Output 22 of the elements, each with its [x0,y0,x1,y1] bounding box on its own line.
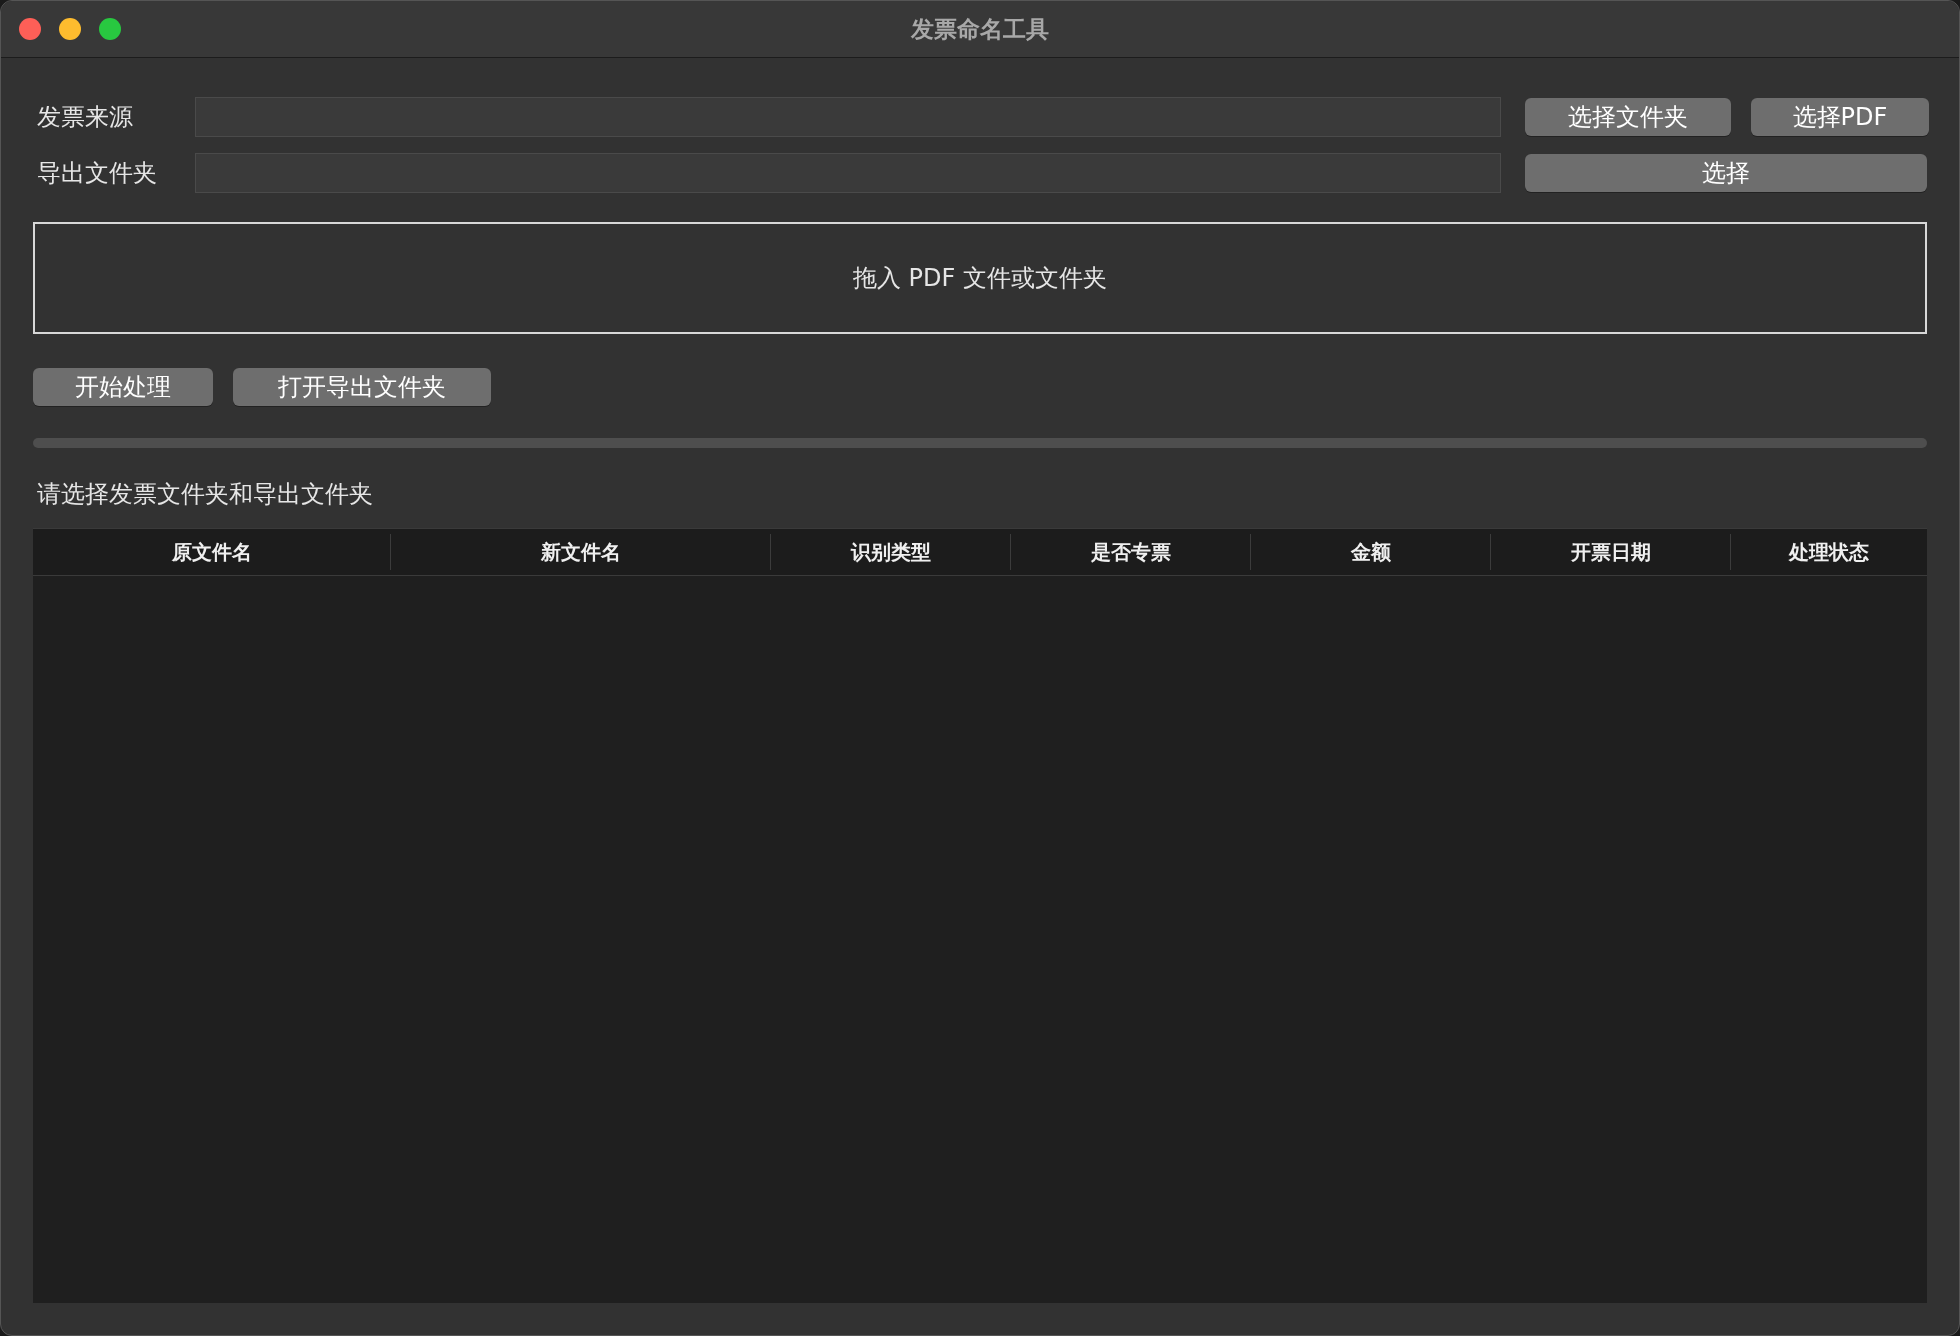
close-icon[interactable] [19,18,41,40]
column-header[interactable]: 开票日期 [1491,534,1731,570]
status-text: 请选择发票文件夹和导出文件夹 [36,479,373,510]
column-header[interactable]: 金额 [1251,534,1491,570]
drop-zone[interactable]: 拖入 PDF 文件或文件夹 [33,222,1927,334]
column-header[interactable]: 原文件名 [33,534,391,570]
choose-button[interactable]: 选择文件夹 [1525,98,1731,136]
column-header[interactable]: 识别类型 [771,534,1011,570]
maximize-icon[interactable] [99,18,121,40]
choose-button[interactable]: 选择 [1525,154,1927,192]
window-title: 发票命名工具 [911,14,1049,44]
path-field[interactable] [195,153,1501,193]
action-button[interactable]: 开始处理 [33,368,213,406]
path-field[interactable] [195,97,1501,137]
minimize-icon[interactable] [59,18,81,40]
column-header[interactable]: 新文件名 [391,534,771,570]
action-button[interactable]: 打开导出文件夹 [233,368,491,406]
field-label: 发票来源 [36,102,134,133]
field-label: 导出文件夹 [36,158,158,189]
column-header[interactable]: 处理状态 [1731,534,1927,570]
choose-button[interactable]: 选择PDF [1751,98,1929,136]
column-header[interactable]: 是否专票 [1011,534,1251,570]
